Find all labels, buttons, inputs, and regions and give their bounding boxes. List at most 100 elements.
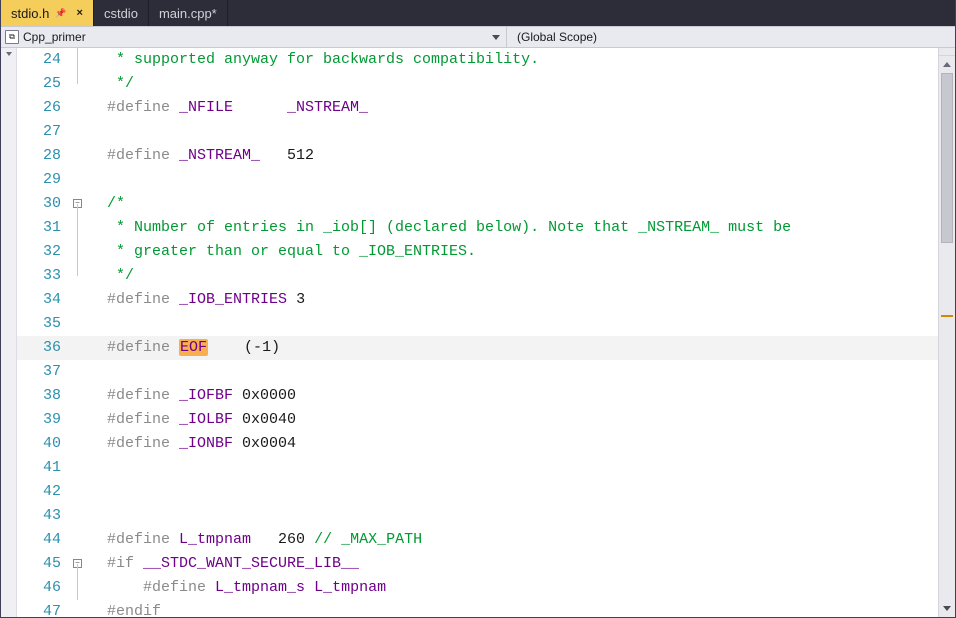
- line-number: 33: [17, 264, 73, 288]
- outline-gutter: [73, 216, 107, 240]
- outline-gutter: [73, 432, 107, 456]
- scroll-up-button[interactable]: [939, 56, 955, 73]
- code-line[interactable]: 29: [17, 168, 938, 192]
- code-content: * supported anyway for backwards compati…: [107, 48, 938, 72]
- line-number: 24: [17, 48, 73, 72]
- code-line[interactable]: 47 #endif: [17, 600, 938, 617]
- outline-gutter: [73, 576, 107, 600]
- code-line[interactable]: 30−/*: [17, 192, 938, 216]
- line-number: 29: [17, 168, 73, 192]
- outline-gutter: −: [73, 552, 107, 576]
- outline-gutter: [73, 48, 107, 72]
- code-content: #define _IOLBF 0x0040: [107, 408, 938, 432]
- code-line[interactable]: 33 */: [17, 264, 938, 288]
- code-content: #define L_tmpnam_s L_tmpnam: [107, 576, 938, 600]
- line-number: 37: [17, 360, 73, 384]
- line-number: 26: [17, 96, 73, 120]
- tab-main-cpp-[interactable]: main.cpp*: [149, 0, 228, 26]
- outline-gutter: [73, 288, 107, 312]
- code-content: #if __STDC_WANT_SECURE_LIB__: [107, 552, 938, 576]
- code-line[interactable]: 36#define EOF (-1): [17, 336, 938, 360]
- outline-gutter: [73, 480, 107, 504]
- code-content: #define _NSTREAM_ 512: [107, 144, 938, 168]
- line-number: 28: [17, 144, 73, 168]
- code-editor[interactable]: 24 * supported anyway for backwards comp…: [17, 48, 938, 617]
- outline-gutter: [73, 336, 107, 360]
- line-number: 32: [17, 240, 73, 264]
- navigation-bar: ⧉ Cpp_primer (Global Scope): [1, 26, 955, 48]
- scope-dropdown[interactable]: ⧉ Cpp_primer: [1, 27, 507, 47]
- code-line[interactable]: 31 * Number of entries in _iob[] (declar…: [17, 216, 938, 240]
- outline-gutter: [73, 144, 107, 168]
- line-number: 40: [17, 432, 73, 456]
- code-line[interactable]: 24 * supported anyway for backwards comp…: [17, 48, 938, 72]
- line-number: 27: [17, 120, 73, 144]
- member-dropdown[interactable]: (Global Scope): [507, 27, 955, 47]
- line-number: 30: [17, 192, 73, 216]
- code-line[interactable]: 27: [17, 120, 938, 144]
- editor-window: stdio.h📌×cstdiomain.cpp* ⧉ Cpp_primer (G…: [0, 0, 956, 618]
- outline-gutter: [73, 600, 107, 617]
- outline-gutter: [73, 240, 107, 264]
- code-content: #define _IOFBF 0x0000: [107, 384, 938, 408]
- chevron-down-icon: [6, 52, 12, 56]
- line-number: 34: [17, 288, 73, 312]
- outline-gutter: [73, 408, 107, 432]
- line-number: 35: [17, 312, 73, 336]
- split-handle[interactable]: [938, 48, 955, 56]
- vertical-scrollbar[interactable]: [938, 56, 955, 617]
- outline-gutter: [73, 384, 107, 408]
- code-content: * greater than or equal to _IOB_ENTRIES.: [107, 240, 938, 264]
- code-line[interactable]: 39 #define _IOLBF 0x0040: [17, 408, 938, 432]
- member-label: (Global Scope): [517, 30, 597, 44]
- outline-gutter: [73, 168, 107, 192]
- code-line[interactable]: 25 */: [17, 72, 938, 96]
- outline-gutter: [73, 504, 107, 528]
- code-content: #define EOF (-1): [107, 336, 938, 360]
- line-number: 46: [17, 576, 73, 600]
- line-number: 44: [17, 528, 73, 552]
- code-line[interactable]: 34 #define _IOB_ENTRIES 3: [17, 288, 938, 312]
- editor-area: 24 * supported anyway for backwards comp…: [1, 48, 955, 617]
- outline-gutter: −: [73, 192, 107, 216]
- tab-cstdio[interactable]: cstdio: [94, 0, 149, 26]
- scrollbar-thumb[interactable]: [941, 73, 953, 243]
- line-number: 31: [17, 216, 73, 240]
- code-line[interactable]: 35: [17, 312, 938, 336]
- code-content: */: [107, 264, 938, 288]
- scroll-down-button[interactable]: [939, 600, 955, 617]
- code-line[interactable]: 38 #define _IOFBF 0x0000: [17, 384, 938, 408]
- outline-gutter: [73, 120, 107, 144]
- code-line[interactable]: 32 * greater than or equal to _IOB_ENTRI…: [17, 240, 938, 264]
- line-number: 38: [17, 384, 73, 408]
- tab-stdio-h[interactable]: stdio.h📌×: [1, 0, 94, 26]
- code-line[interactable]: 37: [17, 360, 938, 384]
- line-number: 25: [17, 72, 73, 96]
- code-content: #define _IONBF 0x0004: [107, 432, 938, 456]
- code-line[interactable]: 28 #define _NSTREAM_ 512: [17, 144, 938, 168]
- pin-icon: 📌: [55, 8, 66, 19]
- code-line[interactable]: 45−#if __STDC_WANT_SECURE_LIB__: [17, 552, 938, 576]
- code-line[interactable]: 26#define _NFILE _NSTREAM_: [17, 96, 938, 120]
- code-line[interactable]: 40 #define _IONBF 0x0004: [17, 432, 938, 456]
- outline-gutter: [73, 312, 107, 336]
- scope-label: Cpp_primer: [23, 30, 86, 44]
- code-line[interactable]: 44#define L_tmpnam 260 // _MAX_PATH: [17, 528, 938, 552]
- scrollbar-track[interactable]: [939, 73, 955, 600]
- code-line[interactable]: 46 #define L_tmpnam_s L_tmpnam: [17, 576, 938, 600]
- line-number: 39: [17, 408, 73, 432]
- outline-gutter: [73, 72, 107, 96]
- code-content: */: [107, 72, 938, 96]
- code-line[interactable]: 41: [17, 456, 938, 480]
- dropdown-well[interactable]: [1, 48, 17, 617]
- code-content: #endif: [107, 600, 938, 617]
- code-line[interactable]: 43: [17, 504, 938, 528]
- outline-gutter: [73, 456, 107, 480]
- line-number: 47: [17, 600, 73, 617]
- code-line[interactable]: 42: [17, 480, 938, 504]
- close-icon[interactable]: ×: [77, 7, 83, 19]
- outline-gutter: [73, 96, 107, 120]
- code-content: #define _IOB_ENTRIES 3: [107, 288, 938, 312]
- outline-gutter: [73, 528, 107, 552]
- line-number: 45: [17, 552, 73, 576]
